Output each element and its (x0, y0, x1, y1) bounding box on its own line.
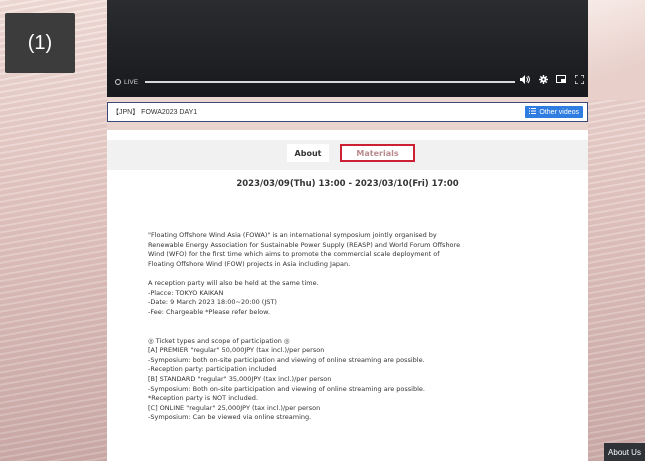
description-line: [B] STANDARD "regular" 35,000JPY (tax in… (148, 374, 332, 383)
description-line: *Reception party is NOT included. (148, 394, 258, 403)
gear-icon[interactable] (537, 75, 549, 84)
description-line: ◎ Ticket types and scope of participatio… (148, 336, 290, 345)
description-line: Renewable Energy Association for Sustain… (148, 240, 461, 249)
video-controls: LIVE (107, 74, 588, 90)
description-line: -Symposium: both on-site participation a… (148, 355, 425, 364)
about-us-button[interactable]: About Us (604, 443, 645, 461)
other-videos-label: Other videos (539, 108, 579, 116)
background-right (588, 0, 645, 461)
description-line: [C] ONLINE "regular" 25,000JPY (tax incl… (148, 403, 321, 412)
description-line: -Fee: Chargeable *Please refer below. (148, 307, 270, 316)
volume-icon[interactable] (519, 75, 531, 84)
pip-icon[interactable] (555, 75, 567, 84)
live-label: LIVE (124, 78, 139, 86)
tab-bar: About Materials (107, 140, 588, 170)
event-description: "Floating Offshore Wind Asia (FOWA)" is … (148, 231, 548, 423)
description-line: -Placce: TOKYO KAIKAN (148, 288, 224, 297)
list-icon (529, 108, 537, 116)
description-line: -Symposium: Can be viewed via online str… (148, 413, 312, 422)
description-line: A reception party will also be held at t… (148, 278, 319, 287)
live-dot-icon (115, 79, 121, 85)
tab-about[interactable]: About (287, 144, 329, 162)
live-indicator: LIVE (115, 79, 138, 86)
other-videos-button[interactable]: Other videos (525, 106, 583, 118)
description-line: Wind (WFO) for the first time which aims… (148, 250, 440, 259)
description-line: -Reception party: participation included (148, 365, 277, 374)
step-badge: (1) (5, 13, 75, 73)
description-line: -Date: 9 March 2023 18:00~20:00 (JST) (148, 298, 277, 307)
description-line: [A] PREMIER "regular" 50,000JPY (tax inc… (148, 346, 325, 355)
description-line: "Floating Offshore Wind Asia (FOWA)" is … (148, 231, 437, 239)
tab-materials[interactable]: Materials (340, 144, 415, 162)
video-title-bar: 【JPN】 FOWA2023 DAY1 Other videos (107, 102, 588, 122)
description-line: Floating Offshore Wind (FOW) projects in… (148, 259, 351, 268)
content-panel: About Materials 2023/03/09(Thu) 13:00 - … (107, 130, 588, 461)
progress-bar[interactable] (145, 81, 515, 83)
event-date-range: 2023/03/09(Thu) 13:00 - 2023/03/10(Fri) … (236, 179, 459, 189)
description-line: -Symposium: Both on-site participation a… (148, 384, 425, 393)
video-player[interactable]: LIVE (107, 0, 588, 97)
fullscreen-icon[interactable] (573, 75, 585, 84)
video-title: 【JPN】 FOWA2023 DAY1 (112, 109, 198, 116)
